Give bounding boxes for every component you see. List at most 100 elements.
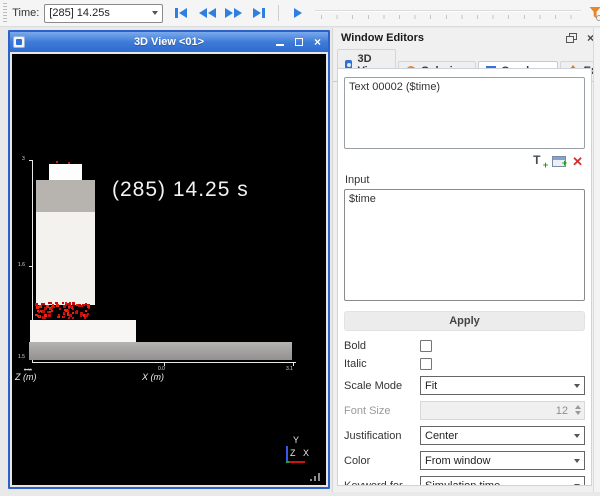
scale-mode-value: Fit — [425, 379, 438, 392]
window-title: 3D View <01> — [133, 36, 205, 48]
time-step-value: [285] 14.25s — [49, 7, 110, 19]
chevron-down-icon — [152, 11, 159, 15]
scale-mode-select[interactable]: Fit — [420, 376, 585, 395]
overlay-form: Bold Italic Scale Mode Fit Font Size 12 … — [344, 340, 585, 486]
close-button[interactable]: × — [310, 35, 325, 49]
font-size-label: Font Size — [344, 404, 391, 417]
z-axis-tick-top — [29, 160, 33, 161]
skip-end-icon — [262, 8, 266, 18]
italic-checkbox[interactable] — [420, 358, 432, 370]
color-value: From window — [425, 454, 491, 467]
resize-grip[interactable] — [310, 473, 320, 481]
geometry-top-block — [49, 164, 82, 181]
add-logo-button[interactable]: + — [552, 155, 568, 168]
z-tick-label: 1.5 — [18, 354, 25, 360]
application-window: Time: [285] 14.25s 3D View <01> × 3 1.6 … — [0, 0, 600, 496]
z-tick-label: 3 — [22, 156, 25, 162]
x-axis-title: X (m) — [142, 372, 164, 382]
skip-to-end-button[interactable] — [249, 3, 269, 23]
justification-label: Justification — [344, 429, 402, 442]
z-tick-label: 1.6 — [18, 262, 25, 268]
overlay-list[interactable]: Text 00002 ($time) — [344, 77, 585, 149]
plus-icon: + — [561, 157, 568, 168]
justification-value: Center — [425, 429, 459, 442]
triad-z-label: Z — [290, 448, 296, 458]
step-forward-button[interactable] — [223, 3, 243, 23]
fast-forward-icon — [224, 8, 233, 18]
3d-viewport[interactable]: 3 1.6 1.5 0.0 3.1 0.00 Z (m) X (m) (285)… — [12, 54, 326, 485]
chevron-down-icon — [574, 459, 580, 463]
triad-x-axis — [289, 461, 305, 463]
keyword-for-value: Simulation time — [425, 479, 501, 486]
time-toolbar: Time: [285] 14.25s — [0, 0, 600, 27]
bold-checkbox[interactable] — [420, 340, 432, 352]
right-triangle-icon — [253, 8, 262, 18]
bold-label: Bold — [344, 340, 367, 352]
time-filter-icon[interactable] — [589, 6, 600, 21]
chevron-down-icon — [574, 434, 580, 438]
minimize-button[interactable] — [272, 35, 287, 49]
play-icon — [293, 8, 302, 18]
float-panel-button[interactable] — [565, 33, 577, 43]
slider-track[interactable] — [314, 10, 582, 12]
x-tick-label: 3.1 — [286, 366, 293, 372]
font-size-value: 12 — [555, 404, 568, 417]
time-annotation-text: (285) 14.25 s — [112, 178, 249, 201]
triad-x-label: X — [303, 448, 310, 458]
italic-label: Italic — [344, 358, 367, 370]
maximize-button[interactable] — [291, 35, 306, 49]
step-back-button[interactable] — [197, 3, 217, 23]
overlay-actions: T + + ✕ — [344, 152, 583, 170]
particle-speck — [56, 161, 58, 163]
apply-label: Apply — [449, 315, 480, 327]
spinner-arrows-icon[interactable] — [575, 405, 581, 415]
fast-forward-icon2 — [233, 8, 242, 18]
overlay-list-item[interactable]: Text 00002 ($time) — [349, 81, 580, 93]
geometry-floor-bar — [29, 342, 292, 360]
z-axis-title: Z (m) — [15, 372, 37, 382]
z-axis-tick-mid — [29, 266, 33, 267]
window-icon — [13, 36, 25, 48]
particle-speck — [68, 162, 70, 164]
maximize-icon — [294, 38, 303, 46]
chevron-down-icon — [574, 484, 580, 485]
particle-zone — [34, 302, 92, 320]
minimize-icon — [275, 44, 284, 46]
close-icon: × — [313, 35, 321, 49]
time-step-select[interactable]: [285] 14.25s — [44, 3, 164, 23]
rewind-icon — [198, 8, 207, 18]
color-label: Color — [344, 454, 371, 467]
panel-scroll-gutter[interactable] — [593, 28, 600, 492]
overlays-tab-content: Text 00002 ($time) T + + ✕ Input $time Ap… — [337, 68, 592, 486]
add-text-button[interactable]: T + — [533, 154, 549, 170]
delete-overlay-button[interactable]: ✕ — [572, 155, 583, 168]
time-slider[interactable] — [314, 1, 582, 25]
overlay-input-textarea[interactable]: $time — [344, 189, 585, 301]
3d-view-titlebar[interactable]: 3D View <01> × — [10, 32, 328, 52]
color-select[interactable]: From window — [420, 451, 585, 470]
skip-start-icon — [175, 8, 179, 18]
toolbar-separator — [278, 5, 279, 21]
input-label: Input — [345, 174, 370, 186]
scale-mode-label: Scale Mode — [344, 379, 403, 392]
justification-select[interactable]: Center — [420, 426, 585, 445]
font-size-spinner[interactable]: 12 — [420, 401, 585, 420]
toolbar-drag-handle[interactable] — [3, 3, 8, 23]
apply-button[interactable]: Apply — [344, 311, 585, 331]
keyword-for-select[interactable]: Simulation time — [420, 476, 585, 486]
geometry-base-block — [30, 320, 136, 342]
rewind-icon2 — [207, 8, 216, 18]
panel-header[interactable]: Window Editors × — [333, 28, 600, 46]
triad-origin — [286, 461, 289, 463]
axis-triad: Y Z X — [282, 435, 312, 467]
chevron-down-icon — [574, 384, 580, 388]
keyword-for-label: Keyword for — [344, 479, 403, 486]
3d-view-window: 3D View <01> × 3 1.6 1.5 0.0 3.1 0.00 Z … — [8, 30, 330, 489]
time-label: Time: — [12, 7, 40, 19]
skip-to-start-button[interactable] — [171, 3, 191, 23]
window-editors-panel: Window Editors × 3D View Coloring Overla… — [332, 28, 600, 492]
play-button[interactable] — [288, 3, 308, 23]
plus-icon: + — [542, 159, 549, 170]
geometry-gray-band — [36, 180, 95, 212]
triad-y-label: Y — [293, 435, 300, 445]
